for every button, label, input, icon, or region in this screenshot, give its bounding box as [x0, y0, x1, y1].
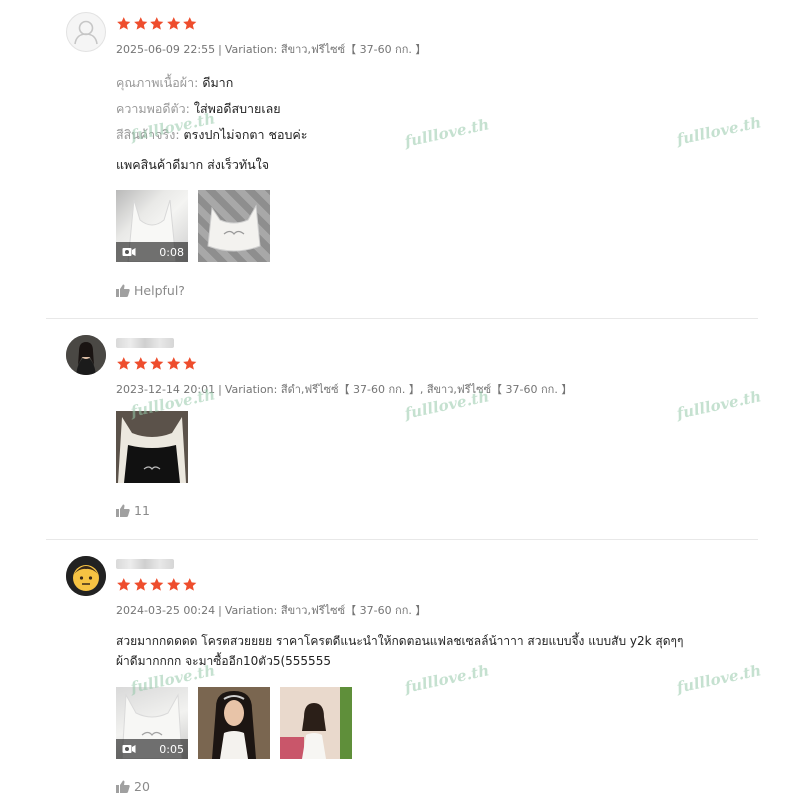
review-comment: สวยมากกดดดด โครตสวยยยย ราคาโครตดีแนะนำให…	[116, 631, 756, 671]
attribute-value: ตรงปกไม่จกตา ชอบค่ะ	[183, 127, 308, 142]
attribute-row: สีสินค้าจริง: ตรงปกไม่จกตา ชอบค่ะ	[116, 125, 308, 145]
thumbs-up-icon	[116, 284, 130, 297]
thumbs-up-icon	[116, 780, 130, 793]
star-icon	[166, 578, 180, 591]
review-image-thumbnail[interactable]	[198, 687, 270, 759]
watermark: fulllove.th	[403, 115, 491, 151]
variation-value: สีดำ,ฟรีไซซ์【 37-60 กก. 】, สีขาว,ฟรีไซซ์…	[280, 383, 573, 396]
product-photo	[198, 687, 270, 759]
review-meta: 2024-03-25 00:24 | Variation: สีขาว,ฟรีไซซ…	[116, 604, 427, 617]
username-masked	[116, 338, 174, 348]
user-placeholder-icon	[74, 20, 98, 45]
star-icon	[166, 357, 180, 370]
star-icon	[183, 17, 197, 30]
review-divider	[46, 539, 758, 540]
review-datetime: 2024-03-25 00:24	[116, 604, 216, 617]
attribute-label: สีสินค้าจริง:	[116, 127, 180, 142]
review-comment-line: สวยมากกดดดด โครตสวยยยย ราคาโครตดีแนะนำให…	[116, 634, 684, 648]
like-button[interactable]: 11	[116, 503, 150, 518]
star-icon	[133, 357, 147, 370]
review-meta: 2023-12-14 20:01 | Variation: สีดำ,ฟรีไซซ์…	[116, 383, 573, 396]
video-camera-icon	[122, 248, 136, 256]
star-icon	[133, 17, 147, 30]
profile-photo	[66, 335, 106, 375]
variation-label: Variation:	[224, 43, 278, 56]
attribute-label: ความพอดีตัว:	[116, 101, 190, 116]
variation-label: Variation:	[224, 604, 278, 617]
attribute-row: คุณภาพเนื้อผ้า: ดีมาก	[116, 73, 233, 93]
variation-value: สีขาว,ฟรีไซซ์【 37-60 กก. 】	[280, 604, 427, 617]
video-duration: 0:08	[159, 245, 184, 259]
rating-stars	[116, 356, 198, 372]
variation-value: สีขาว,ฟรีไซซ์【 37-60 กก. 】	[280, 43, 427, 56]
star-icon	[117, 17, 131, 30]
rating-stars	[116, 577, 198, 593]
review-comment: แพคสินค้าดีมาก ส่งเร็วทันใจ	[116, 157, 270, 172]
attribute-value: ใส่พอดีสบายเลย	[193, 101, 281, 116]
review-image-thumbnail[interactable]	[116, 411, 188, 483]
review-comment-line: ผ้าดีมากกกก จะมาซื้ออีก10ตัว5(555555	[116, 654, 331, 668]
star-icon	[183, 357, 197, 370]
video-camera-icon	[122, 745, 136, 753]
helpful-label: Helpful?	[134, 283, 185, 298]
like-button[interactable]: 20	[116, 779, 150, 794]
reviewer-avatar	[66, 556, 106, 596]
watermark: fulllove.th	[675, 113, 763, 149]
like-count: 11	[134, 503, 150, 518]
star-icon	[150, 357, 164, 370]
review-image-thumbnail[interactable]	[280, 687, 352, 759]
star-icon	[117, 578, 131, 591]
review-video-thumbnail[interactable]: 0:05	[116, 687, 188, 759]
review-datetime: 2025-06-09 22:55	[116, 43, 216, 56]
video-duration: 0:05	[159, 742, 184, 756]
profile-photo	[66, 556, 106, 596]
reviewer-avatar	[66, 335, 106, 375]
product-photo	[207, 204, 261, 252]
attribute-value: ดีมาก	[202, 75, 234, 90]
star-icon	[150, 578, 164, 591]
like-count: 20	[134, 779, 150, 794]
review-divider	[46, 318, 758, 319]
rating-stars	[116, 16, 198, 32]
review-datetime: 2023-12-14 20:01	[116, 383, 216, 396]
thumbs-up-icon	[116, 504, 130, 517]
star-icon	[183, 578, 197, 591]
attribute-label: คุณภาพเนื้อผ้า:	[116, 75, 199, 90]
star-icon	[133, 578, 147, 591]
reviewer-avatar	[66, 12, 106, 52]
attribute-row: ความพอดีตัว: ใส่พอดีสบายเลย	[116, 99, 281, 119]
review-image-thumbnail[interactable]	[198, 190, 270, 262]
review-meta: 2025-06-09 22:55 | Variation: สีขาว,ฟรีไซซ…	[116, 43, 427, 56]
video-duration-bar: 0:05	[116, 739, 188, 759]
product-photo	[280, 687, 352, 759]
product-photo	[116, 411, 188, 483]
helpful-button[interactable]: Helpful?	[116, 283, 185, 298]
variation-label: Variation:	[224, 383, 278, 396]
watermark: fulllove.th	[675, 387, 763, 423]
star-icon	[150, 17, 164, 30]
review-video-thumbnail[interactable]: 0:08	[116, 190, 188, 262]
star-icon	[117, 357, 131, 370]
video-duration-bar: 0:08	[116, 242, 188, 262]
username-masked	[116, 559, 174, 569]
star-icon	[166, 17, 180, 30]
